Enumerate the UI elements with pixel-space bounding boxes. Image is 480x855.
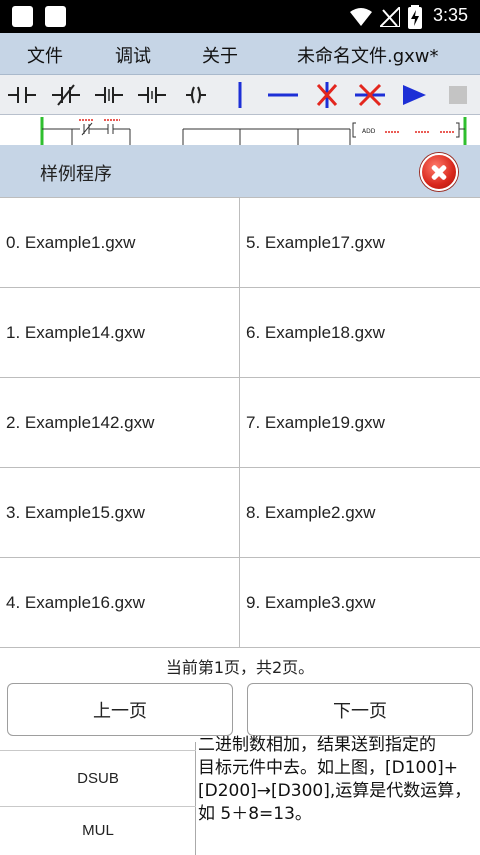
file-item[interactable]: 7. Example19.gxw: [240, 378, 480, 468]
horizontal-line-icon[interactable]: [267, 79, 299, 111]
normally-closed-contact-icon[interactable]: [50, 79, 82, 111]
dialog-title: 样例程序: [40, 164, 112, 185]
menu-file[interactable]: 文件: [27, 42, 63, 68]
description-line: 目标元件中去。如上图，[D100]+: [198, 758, 459, 778]
example-file-grid: 0. Example1.gxw 5. Example17.gxw 1. Exam…: [0, 197, 480, 649]
description-line: [D200]→[D300],运算是代数运算，: [198, 781, 472, 801]
wifi-icon: [350, 8, 372, 26]
menu-debug[interactable]: 调试: [115, 42, 151, 68]
coil-icon[interactable]: [180, 79, 212, 111]
menu-about[interactable]: 关于: [202, 42, 238, 68]
status-bar: 3:35: [0, 0, 480, 33]
run-icon[interactable]: [398, 79, 430, 111]
next-page-button[interactable]: 下一页: [247, 683, 473, 736]
normally-open-contact-icon[interactable]: [6, 79, 38, 111]
list-item: [0, 742, 196, 751]
prev-page-button[interactable]: 上一页: [7, 683, 233, 736]
document-title: 未命名文件.gxw*: [297, 46, 439, 67]
file-item[interactable]: 6. Example18.gxw: [240, 288, 480, 378]
ladder-rungs: [40, 117, 467, 145]
delete-horizontal-line-icon[interactable]: [354, 79, 386, 111]
file-item[interactable]: 2. Example142.gxw: [0, 378, 240, 468]
stop-icon[interactable]: [442, 79, 474, 111]
rising-edge-contact-icon[interactable]: [93, 79, 125, 111]
ladder-instruction-label: ADD: [362, 128, 376, 135]
instruction-list: DSUB MUL: [0, 742, 196, 855]
battery-charging-icon: [408, 5, 422, 29]
file-item[interactable]: 9. Example3.gxw: [240, 558, 480, 648]
file-item[interactable]: 4. Example16.gxw: [0, 558, 240, 648]
falling-edge-contact-icon[interactable]: [136, 79, 168, 111]
menu-bar: 文件 调试 关于 未命名文件.gxw*: [0, 33, 480, 75]
notification-icon: [12, 6, 33, 27]
page-info: 当前第1页，共2页。: [0, 649, 480, 679]
toolbar: [0, 75, 480, 115]
notification-icon-2: [45, 6, 66, 27]
file-item[interactable]: 1. Example14.gxw: [0, 288, 240, 378]
instruction-help-area: DSUB MUL 二进制数相加，结果送到指定的 目标元件中去。如上图，[D100…: [0, 735, 480, 855]
close-icon[interactable]: [420, 153, 458, 191]
clock: 3:35: [432, 5, 468, 25]
dialog-header: 样例程序: [0, 145, 480, 197]
file-item[interactable]: 5. Example17.gxw: [240, 198, 480, 288]
description-line: 二进制数相加，结果送到指定的: [198, 735, 436, 755]
vertical-line-icon[interactable]: [224, 79, 256, 111]
instruction-description: 二进制数相加，结果送到指定的 目标元件中去。如上图，[D100]+ [D200]…: [198, 734, 478, 826]
ladder-diagram[interactable]: ADD: [0, 115, 480, 145]
file-item[interactable]: 8. Example2.gxw: [240, 468, 480, 558]
file-item[interactable]: 3. Example15.gxw: [0, 468, 240, 558]
delete-vertical-line-icon[interactable]: [311, 79, 343, 111]
description-line: 如 5＋8=13。: [198, 804, 312, 824]
instruction-item-mul[interactable]: MUL: [0, 807, 196, 855]
file-item[interactable]: 0. Example1.gxw: [0, 198, 240, 288]
no-signal-icon: [380, 7, 400, 27]
instruction-item-dsub[interactable]: DSUB: [0, 751, 196, 807]
